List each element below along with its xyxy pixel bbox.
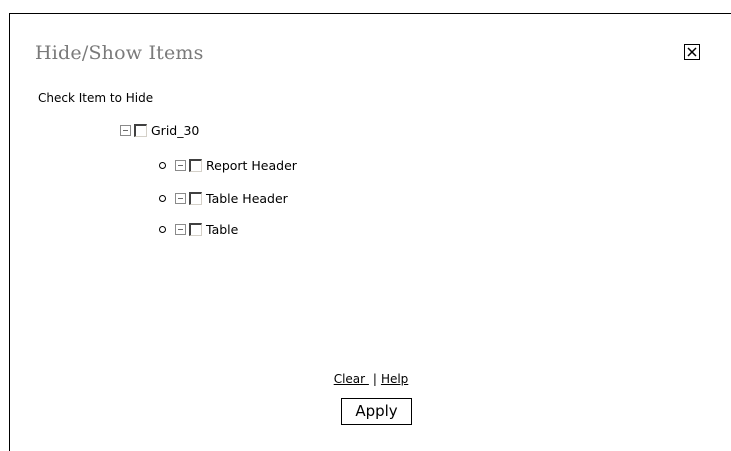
tree-node-report-header: Report Header <box>159 156 297 174</box>
tree-node-label: Report Header <box>206 157 297 173</box>
dialog-title: Hide/Show Items <box>35 42 204 64</box>
bullet-icon <box>159 225 166 233</box>
tree-node-table-header: Table Header <box>159 189 288 207</box>
tree-node-table: Table <box>159 220 238 238</box>
table-header-checkbox[interactable] <box>189 191 202 205</box>
tree-node-grid: Grid_30 <box>120 121 199 139</box>
collapse-icon[interactable] <box>175 159 186 171</box>
collapse-icon[interactable] <box>175 192 186 204</box>
tree-node-label: Table <box>206 221 239 237</box>
collapse-icon[interactable] <box>120 124 131 136</box>
close-icon[interactable] <box>684 44 700 60</box>
apply-button[interactable]: Apply <box>341 398 412 425</box>
bullet-icon <box>159 161 166 169</box>
help-link[interactable]: Help <box>381 372 408 386</box>
grid-checkbox[interactable] <box>134 123 147 137</box>
instruction-text: Check Item to Hide <box>38 91 154 105</box>
footer-links: Clear | Help <box>10 372 731 386</box>
bullet-icon <box>159 194 166 202</box>
table-checkbox[interactable] <box>189 222 202 236</box>
link-separator: | <box>372 372 377 386</box>
report-header-checkbox[interactable] <box>189 158 202 172</box>
collapse-icon[interactable] <box>175 223 186 235</box>
clear-link[interactable]: Clear <box>334 372 369 386</box>
hide-show-dialog: Hide/Show Items Check Item to Hide Grid_… <box>9 13 731 451</box>
tree-node-label: Grid_30 <box>151 122 200 138</box>
tree-node-label: Table Header <box>206 190 288 206</box>
